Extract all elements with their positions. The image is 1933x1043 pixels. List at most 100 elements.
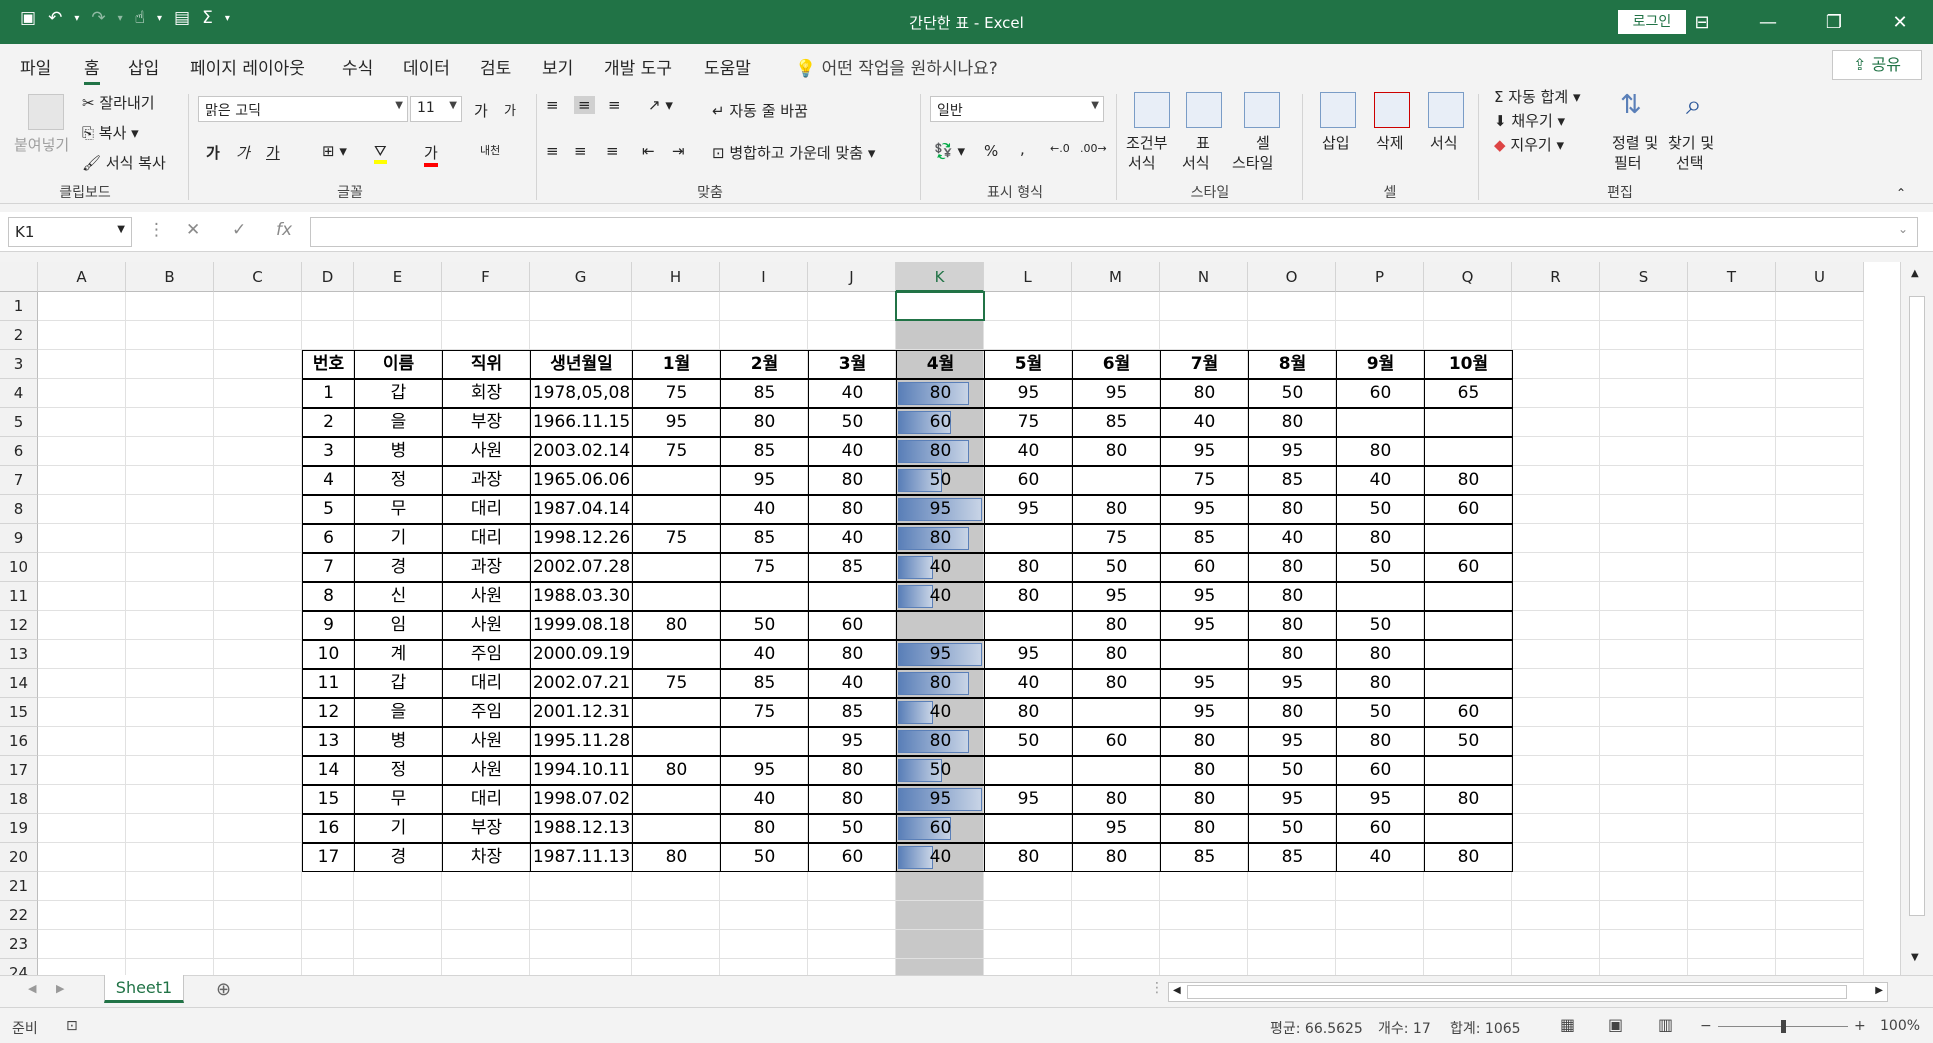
table-cell[interactable]: 80 [808, 785, 897, 814]
table-cell[interactable]: 80 [1160, 814, 1249, 843]
tab-help[interactable]: 도움말 [704, 54, 751, 79]
table-cell[interactable]: 80 [1424, 843, 1513, 872]
row-header-1[interactable]: 1 [0, 292, 38, 321]
table-cell[interactable]: 대리 [442, 669, 531, 698]
table-cell[interactable] [1424, 437, 1513, 466]
sort-filter-icon[interactable]: ⇅ [1620, 90, 1642, 120]
table-cell[interactable]: 11 [302, 669, 355, 698]
table-cell[interactable]: 40 [896, 843, 985, 872]
split-handle-icon[interactable]: ⋮ [1150, 980, 1164, 996]
table-cell[interactable]: 80 [1160, 379, 1249, 408]
horizontal-scroll-thumb[interactable] [1187, 985, 1847, 999]
table-header-cell[interactable]: 6월 [1072, 350, 1161, 379]
row-header-24[interactable]: 24 [0, 959, 38, 975]
table-cell[interactable] [1424, 640, 1513, 669]
table-cell[interactable]: 정 [354, 466, 443, 495]
table-cell[interactable]: 85 [1160, 524, 1249, 553]
table-cell[interactable]: 80 [632, 756, 721, 785]
table-cell[interactable]: 80 [720, 408, 809, 437]
delete-cells-button[interactable]: 삭제 [1376, 132, 1404, 153]
table-cell[interactable]: 80 [1072, 669, 1161, 698]
row-header-12[interactable]: 12 [0, 611, 38, 640]
table-cell[interactable]: 60 [1336, 814, 1425, 843]
normal-view-icon[interactable]: ▦ [1560, 1015, 1575, 1034]
table-cell[interactable]: 임 [354, 611, 443, 640]
table-cell[interactable]: 80 [1160, 785, 1249, 814]
table-cell[interactable]: 50 [1336, 698, 1425, 727]
table-cell[interactable]: 부장 [442, 408, 531, 437]
table-header-cell[interactable]: 번호 [302, 350, 355, 379]
table-cell[interactable]: 2003.02.14 [530, 437, 633, 466]
row-header-5[interactable]: 5 [0, 408, 38, 437]
column-header-a[interactable]: A [38, 262, 126, 292]
column-header-g[interactable]: G [530, 262, 632, 292]
table-cell[interactable]: 95 [984, 785, 1073, 814]
table-cell[interactable]: 40 [1336, 843, 1425, 872]
table-cell[interactable]: 60 [984, 466, 1073, 495]
align-center-icon[interactable]: ≡ [574, 142, 587, 160]
tab-view[interactable]: 보기 [542, 54, 573, 79]
table-cell[interactable] [1424, 524, 1513, 553]
table-cell[interactable]: 60 [1336, 756, 1425, 785]
table-cell[interactable]: 1987.04.14 [530, 495, 633, 524]
table-cell[interactable]: 갑 [354, 379, 443, 408]
conditional-format-label-1[interactable]: 조건부 [1126, 132, 1167, 153]
table-cell[interactable]: 사원 [442, 582, 531, 611]
table-cell[interactable]: 병 [354, 437, 443, 466]
font-color-button[interactable]: 가 [424, 142, 438, 167]
table-cell[interactable] [1160, 640, 1249, 669]
table-cell[interactable]: 40 [720, 495, 809, 524]
table-cell[interactable]: 계 [354, 640, 443, 669]
cancel-icon[interactable]: ✕ [186, 220, 200, 240]
paste-icon[interactable] [28, 94, 64, 130]
table-cell[interactable]: 16 [302, 814, 355, 843]
name-box[interactable]: K1 ▼ [8, 217, 132, 247]
table-cell[interactable]: 2002.07.28 [530, 553, 633, 582]
column-header-b[interactable]: B [126, 262, 214, 292]
borders-icon[interactable]: ⊞ ▾ [322, 142, 347, 160]
table-cell[interactable]: 60 [1072, 727, 1161, 756]
increase-indent-icon[interactable]: ⇥ [672, 142, 685, 160]
table-header-cell[interactable]: 3월 [808, 350, 897, 379]
table-cell[interactable]: 75 [632, 379, 721, 408]
table-cell[interactable] [984, 611, 1073, 640]
table-cell[interactable]: 40 [1160, 408, 1249, 437]
table-cell[interactable]: 95 [896, 785, 985, 814]
wrap-text-button[interactable]: ↵ 자동 줄 바꿈 [712, 100, 808, 121]
column-header-k[interactable]: K [896, 262, 984, 292]
table-cell[interactable] [632, 785, 721, 814]
paste-button[interactable]: 붙여넣기 [14, 134, 69, 155]
table-cell[interactable]: 50 [720, 611, 809, 640]
table-cell[interactable] [632, 495, 721, 524]
table-cell[interactable]: 95 [1160, 582, 1249, 611]
table-cell[interactable]: 95 [1336, 785, 1425, 814]
share-button[interactable]: ⇪ 공유 [1832, 50, 1922, 80]
table-cell[interactable]: 1965.06.06 [530, 466, 633, 495]
table-cell[interactable]: 50 [984, 727, 1073, 756]
table-cell[interactable]: 75 [984, 408, 1073, 437]
format-painter-button[interactable]: 🖌 서식 복사 [82, 152, 166, 173]
table-cell[interactable] [1424, 756, 1513, 785]
restore-icon[interactable]: ❐ [1801, 0, 1867, 44]
zoom-level[interactable]: 100% [1880, 1018, 1920, 1034]
table-cell[interactable]: 60 [1424, 698, 1513, 727]
table-cell[interactable] [1424, 611, 1513, 640]
table-cell[interactable]: 부장 [442, 814, 531, 843]
table-cell[interactable]: 갑 [354, 669, 443, 698]
table-cell[interactable]: 7 [302, 553, 355, 582]
cut-button[interactable]: ✂ 잘라내기 [82, 92, 155, 113]
column-header-c[interactable]: C [214, 262, 302, 292]
table-cell[interactable]: 9 [302, 611, 355, 640]
sheet-tab-sheet1[interactable]: Sheet1 [104, 975, 184, 1003]
table-cell[interactable]: 80 [720, 814, 809, 843]
table-cell[interactable] [1336, 408, 1425, 437]
column-header-r[interactable]: R [1512, 262, 1600, 292]
select-all-corner[interactable] [0, 262, 38, 292]
row-header-16[interactable]: 16 [0, 727, 38, 756]
table-cell[interactable]: 40 [896, 582, 985, 611]
bold-button[interactable]: 가 [206, 142, 220, 163]
table-cell[interactable]: 1 [302, 379, 355, 408]
table-cell[interactable]: 80 [896, 379, 985, 408]
table-cell[interactable] [632, 727, 721, 756]
minimize-icon[interactable]: — [1735, 0, 1801, 44]
